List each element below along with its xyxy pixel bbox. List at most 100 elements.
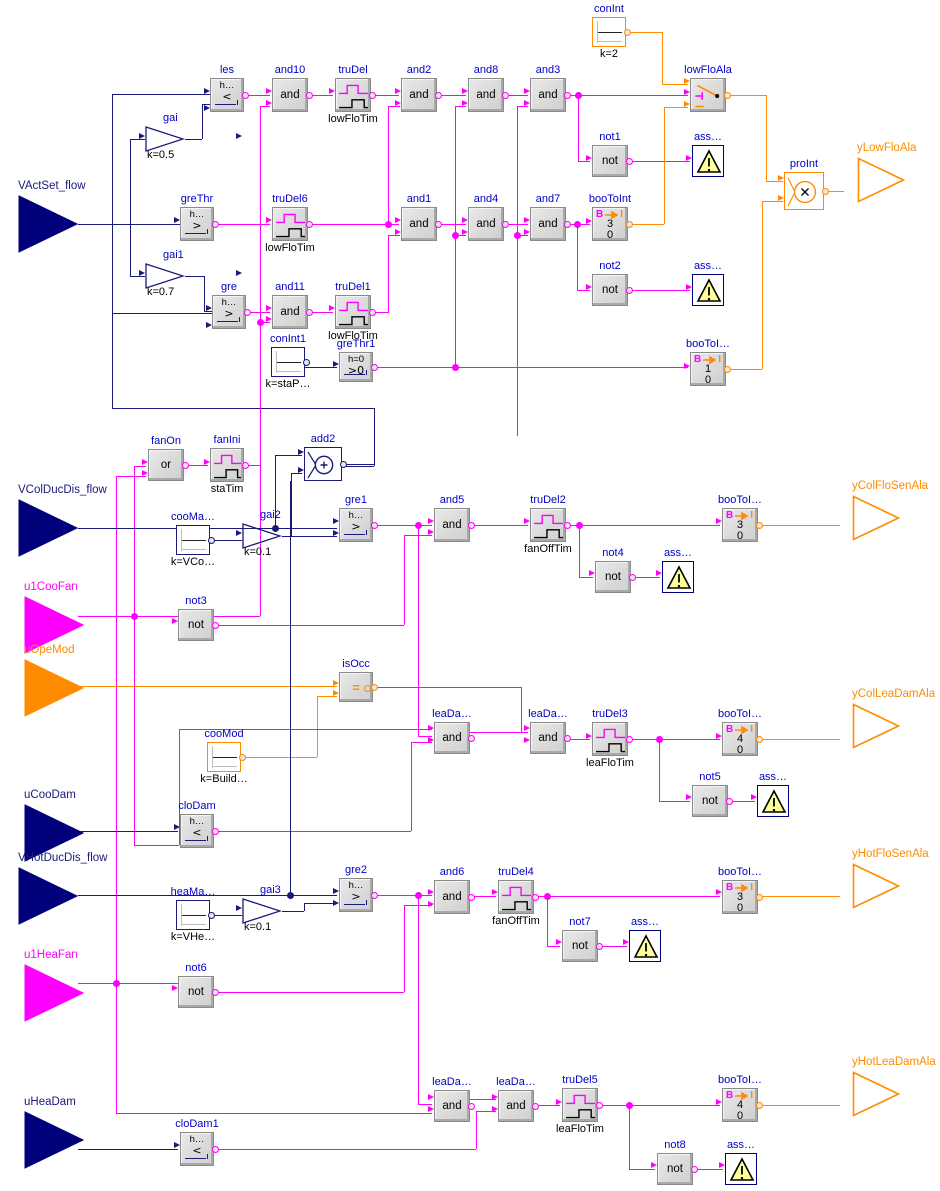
block-leaDam2[interactable]: and leaDa… bbox=[528, 709, 571, 754]
output-port[interactable] bbox=[502, 220, 509, 228]
output-port[interactable] bbox=[724, 365, 731, 373]
block-add2[interactable]: add2 bbox=[304, 434, 347, 481]
block-ass8[interactable]: ass… bbox=[725, 1140, 757, 1185]
block-conInt1[interactable]: conInt1 k=staP… bbox=[266, 334, 311, 390]
output-port[interactable] bbox=[532, 1102, 539, 1110]
block-cloDam[interactable]: h… < cloDam bbox=[178, 801, 219, 848]
block-truDel[interactable]: truDel lowFloTim bbox=[328, 65, 378, 125]
output-connector-yColLeaDamAla[interactable] bbox=[852, 703, 900, 749]
output-port[interactable] bbox=[242, 91, 249, 99]
block-and10[interactable]: and and10 bbox=[272, 65, 313, 112]
output-port[interactable] bbox=[726, 797, 733, 805]
output-port[interactable] bbox=[822, 187, 829, 195]
block-and11[interactable]: and and11 bbox=[272, 282, 313, 329]
output-port[interactable] bbox=[306, 220, 313, 228]
block-gre[interactable]: h… > gre bbox=[212, 282, 251, 329]
block-gre1[interactable]: h… > gre1 bbox=[339, 495, 378, 542]
output-port[interactable] bbox=[756, 735, 763, 743]
output-connector-yColFloSenAla[interactable] bbox=[852, 495, 900, 541]
output-port[interactable] bbox=[244, 308, 251, 316]
output-port[interactable] bbox=[468, 893, 475, 901]
block-fanIni[interactable]: fanIni staTim bbox=[210, 435, 249, 495]
block-truDel1[interactable]: truDel1 lowFloTim bbox=[328, 282, 378, 342]
block-not4[interactable]: not not4 bbox=[595, 548, 636, 593]
input-connector-VActSet_flow[interactable] bbox=[18, 195, 78, 253]
block-cooMod[interactable]: cooMod k=Build… bbox=[200, 729, 247, 785]
output-port[interactable] bbox=[691, 1165, 698, 1173]
output-port[interactable] bbox=[306, 91, 313, 99]
block-and8[interactable]: and and8 bbox=[468, 65, 509, 112]
block-leaDam4[interactable]: and leaDa… bbox=[496, 1077, 539, 1122]
output-connector-yHotLeaDamAla[interactable] bbox=[852, 1071, 900, 1117]
block-gre2[interactable]: h… > gre2 bbox=[339, 865, 378, 912]
block-lowFloAla[interactable]: lowFloAla bbox=[684, 65, 732, 112]
output-port[interactable] bbox=[435, 91, 442, 99]
output-port[interactable] bbox=[626, 220, 633, 228]
block-not6[interactable]: not not6 bbox=[178, 963, 219, 1008]
block-and4[interactable]: and and4 bbox=[468, 194, 509, 241]
block-truDel6[interactable]: truDel6 lowFloTim bbox=[265, 194, 315, 254]
block-gai2[interactable]: gai2 k=0.1 bbox=[242, 510, 282, 558]
output-port[interactable] bbox=[212, 220, 219, 228]
block-booToI4[interactable]: B I 3 0 booToI… bbox=[718, 495, 763, 542]
output-port[interactable] bbox=[239, 753, 246, 761]
output-port[interactable] bbox=[756, 1101, 763, 1109]
block-ass7[interactable]: ass… bbox=[629, 917, 661, 962]
block-greThr[interactable]: h… > greThr bbox=[180, 194, 219, 241]
block-conInt[interactable]: conInt k=2 bbox=[592, 4, 631, 60]
block-les[interactable]: h… < les bbox=[210, 65, 249, 112]
output-port[interactable] bbox=[369, 91, 376, 99]
block-truDel3[interactable]: truDel3 leaFloTim bbox=[586, 709, 634, 769]
block-booToI5[interactable]: B I 4 0 booToI… bbox=[718, 709, 763, 756]
output-port[interactable] bbox=[303, 358, 310, 366]
block-truDel5[interactable]: truDel5 leaFloTim bbox=[556, 1075, 604, 1135]
block-not3[interactable]: not not3 bbox=[178, 596, 219, 641]
output-port[interactable] bbox=[371, 891, 378, 899]
output-port[interactable] bbox=[756, 521, 763, 529]
output-port[interactable] bbox=[564, 521, 571, 529]
output-port[interactable] bbox=[468, 1102, 475, 1110]
output-port[interactable] bbox=[242, 461, 249, 469]
output-port[interactable] bbox=[756, 893, 763, 901]
input-connector-uHeaDam[interactable] bbox=[24, 1111, 84, 1169]
block-ass5[interactable]: ass… bbox=[757, 772, 789, 817]
output-port[interactable] bbox=[208, 911, 215, 919]
output-port[interactable] bbox=[724, 91, 731, 99]
output-port[interactable] bbox=[532, 893, 539, 901]
block-isOcc[interactable]: = isOcc bbox=[339, 659, 378, 702]
block-leaDam3[interactable]: and leaDa… bbox=[432, 1077, 475, 1122]
block-greThr1[interactable]: h=0 >0 greThr1 bbox=[337, 339, 378, 382]
block-booToI7[interactable]: B I 4 0 booToI… bbox=[718, 1075, 763, 1122]
output-connector-yHotFloSenAla[interactable] bbox=[852, 863, 900, 909]
block-booToI6[interactable]: B I 3 0 booToI… bbox=[718, 867, 763, 914]
output-connector-yLowFloAla[interactable] bbox=[857, 157, 905, 203]
block-gai3[interactable]: gai3 k=0.1 bbox=[242, 885, 282, 933]
block-fanOn[interactable]: or fanOn bbox=[148, 436, 189, 481]
output-port[interactable] bbox=[596, 942, 603, 950]
block-and6[interactable]: and and6 bbox=[434, 867, 475, 914]
block-truDel2[interactable]: truDel2 fanOffTim bbox=[524, 495, 572, 555]
block-not8[interactable]: not not8 bbox=[657, 1140, 698, 1185]
block-booToInt[interactable]: B I 3 0 booToInt bbox=[589, 194, 633, 241]
output-port[interactable] bbox=[212, 827, 219, 835]
block-not1[interactable]: not not1 bbox=[592, 132, 633, 177]
block-ass4[interactable]: ass… bbox=[662, 548, 694, 593]
output-port[interactable] bbox=[212, 621, 219, 629]
output-port[interactable] bbox=[629, 573, 636, 581]
block-cooMax[interactable]: cooMa… k=VCo… bbox=[171, 512, 215, 568]
output-port[interactable] bbox=[182, 461, 189, 469]
block-ass2[interactable]: ass… bbox=[692, 261, 724, 306]
output-port[interactable] bbox=[340, 460, 347, 468]
block-leaDam1[interactable]: and leaDa… bbox=[432, 709, 475, 754]
block-and1[interactable]: and and1 bbox=[401, 194, 442, 241]
output-port[interactable] bbox=[596, 1101, 603, 1109]
output-port[interactable] bbox=[371, 521, 378, 529]
output-port[interactable] bbox=[212, 988, 219, 996]
output-port[interactable] bbox=[371, 363, 378, 371]
block-gai1[interactable]: gai1 k=0.7 bbox=[145, 250, 185, 298]
output-port[interactable] bbox=[369, 308, 376, 316]
block-heaMax[interactable]: heaMa… k=VHe… bbox=[171, 887, 216, 943]
block-not2[interactable]: not not2 bbox=[592, 261, 633, 306]
block-proInt[interactable]: proInt bbox=[784, 159, 829, 210]
block-truDel4[interactable]: truDel4 fanOffTim bbox=[492, 867, 540, 927]
